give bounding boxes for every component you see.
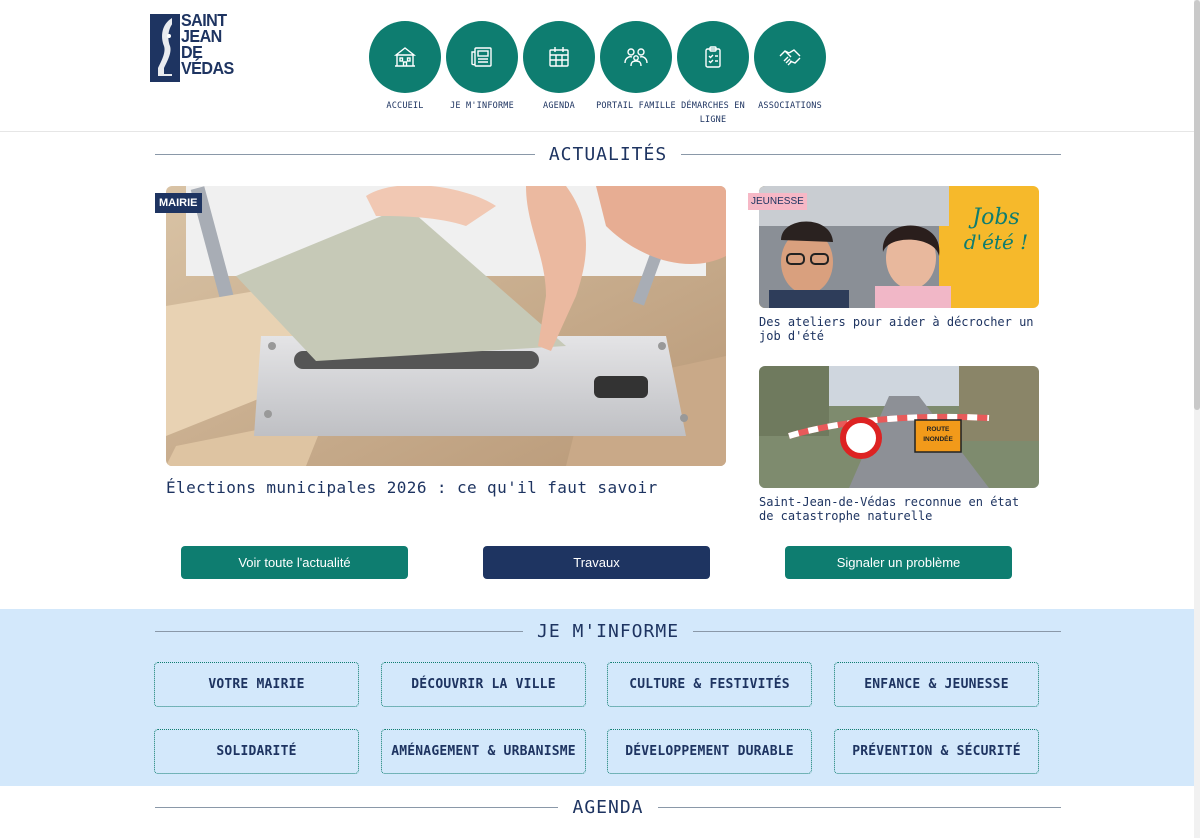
nav-item-associations[interactable]: ASSOCIATIONS bbox=[745, 21, 835, 113]
info-link-decouvrir-la-ville[interactable]: DÉCOUVRIR LA VILLE bbox=[381, 662, 586, 707]
report-problem-button[interactable]: Signaler un problème bbox=[785, 546, 1012, 579]
nav-circle[interactable] bbox=[754, 21, 826, 93]
route-inondee-sign-text: ROUTE INONDÉE bbox=[915, 425, 961, 445]
divider bbox=[155, 806, 559, 808]
main-news-title[interactable]: Élections municipales 2026 : ce qu'il fa… bbox=[166, 478, 726, 497]
logo-emblem-icon bbox=[150, 14, 180, 82]
works-button[interactable]: Travaux bbox=[483, 546, 710, 579]
category-tag: MAIRIE bbox=[155, 193, 202, 213]
flooded-road-photo bbox=[759, 366, 1039, 488]
main-news-image[interactable] bbox=[166, 186, 726, 466]
news-section-title: ACTUALITÉS bbox=[155, 142, 1061, 166]
jobs-caption-line: d'été ! bbox=[963, 230, 1029, 254]
section-title-text: AGENDA bbox=[572, 796, 644, 818]
calendar-icon bbox=[549, 47, 569, 67]
info-link-developpement-durable[interactable]: DÉVELOPPEMENT DURABLE bbox=[607, 729, 812, 774]
all-news-button[interactable]: Voir toute l'actualité bbox=[181, 546, 408, 579]
handshake-icon bbox=[779, 49, 801, 66]
newspaper-icon bbox=[471, 47, 492, 67]
info-link-enfance-jeunesse[interactable]: ENFANCE & JEUNESSE bbox=[834, 662, 1039, 707]
divider bbox=[681, 153, 1061, 155]
jobs-ete-caption: Jobs d'été ! bbox=[955, 205, 1037, 255]
info-section-title: JE M'INFORME bbox=[155, 619, 1062, 643]
logo-text: SAINT JEAN DE VÉDAS bbox=[181, 11, 234, 78]
family-icon bbox=[624, 48, 648, 67]
side-news-title[interactable]: Des ateliers pour aider à décrocher un j… bbox=[759, 315, 1039, 343]
logo-line: VÉDAS bbox=[181, 58, 234, 78]
nav-circle[interactable] bbox=[446, 21, 518, 93]
side-news-image[interactable]: ROUTE INONDÉE bbox=[759, 366, 1039, 488]
agenda-section-title: AGENDA bbox=[155, 795, 1061, 819]
sign-line: INONDÉE bbox=[923, 436, 953, 443]
side-news-title[interactable]: Saint-Jean-de-Védas reconnue en état de … bbox=[759, 495, 1039, 523]
divider bbox=[693, 630, 1062, 632]
nav-circle[interactable] bbox=[369, 21, 441, 93]
category-tag: JEUNESSE bbox=[748, 193, 807, 210]
info-link-culture-festivites[interactable]: CULTURE & FESTIVITÉS bbox=[607, 662, 812, 707]
divider bbox=[155, 153, 535, 155]
main-news-card[interactable]: Élections municipales 2026 : ce qu'il fa… bbox=[166, 186, 726, 497]
nav-circle[interactable] bbox=[523, 21, 595, 93]
page-scrollbar[interactable] bbox=[1194, 0, 1200, 838]
info-link-amenagement-urbanisme[interactable]: AMÉNAGEMENT & URBANISME bbox=[381, 729, 586, 774]
clipboard-icon bbox=[705, 46, 721, 68]
scrollbar-thumb[interactable] bbox=[1194, 0, 1200, 410]
info-link-votre-mairie[interactable]: VOTRE MAIRIE bbox=[154, 662, 359, 707]
divider bbox=[155, 630, 523, 632]
nav-circle[interactable] bbox=[600, 21, 672, 93]
town-hall-icon bbox=[393, 47, 417, 67]
nav-circle[interactable] bbox=[677, 21, 749, 93]
sign-line: ROUTE bbox=[926, 426, 950, 433]
info-link-solidarite[interactable]: SOLIDARITÉ bbox=[154, 729, 359, 774]
jobs-caption-line: Jobs bbox=[972, 205, 1020, 230]
site-logo[interactable]: SAINT JEAN DE VÉDAS bbox=[150, 11, 234, 84]
divider bbox=[657, 806, 1061, 808]
section-title-text: ACTUALITÉS bbox=[548, 143, 668, 165]
side-news-card[interactable]: ROUTE INONDÉE Saint-Jean-de-Védas reconn… bbox=[759, 366, 1039, 523]
section-title-text: JE M'INFORME bbox=[536, 620, 680, 642]
site-header: SAINT JEAN DE VÉDAS ACCUEIL JE M'INFORME… bbox=[0, 0, 1200, 132]
ballot-box-photo bbox=[166, 186, 726, 466]
nav-label: ASSOCIATIONS bbox=[758, 101, 822, 111]
info-link-prevention-securite[interactable]: PRÉVENTION & SÉCURITÉ bbox=[834, 729, 1039, 774]
